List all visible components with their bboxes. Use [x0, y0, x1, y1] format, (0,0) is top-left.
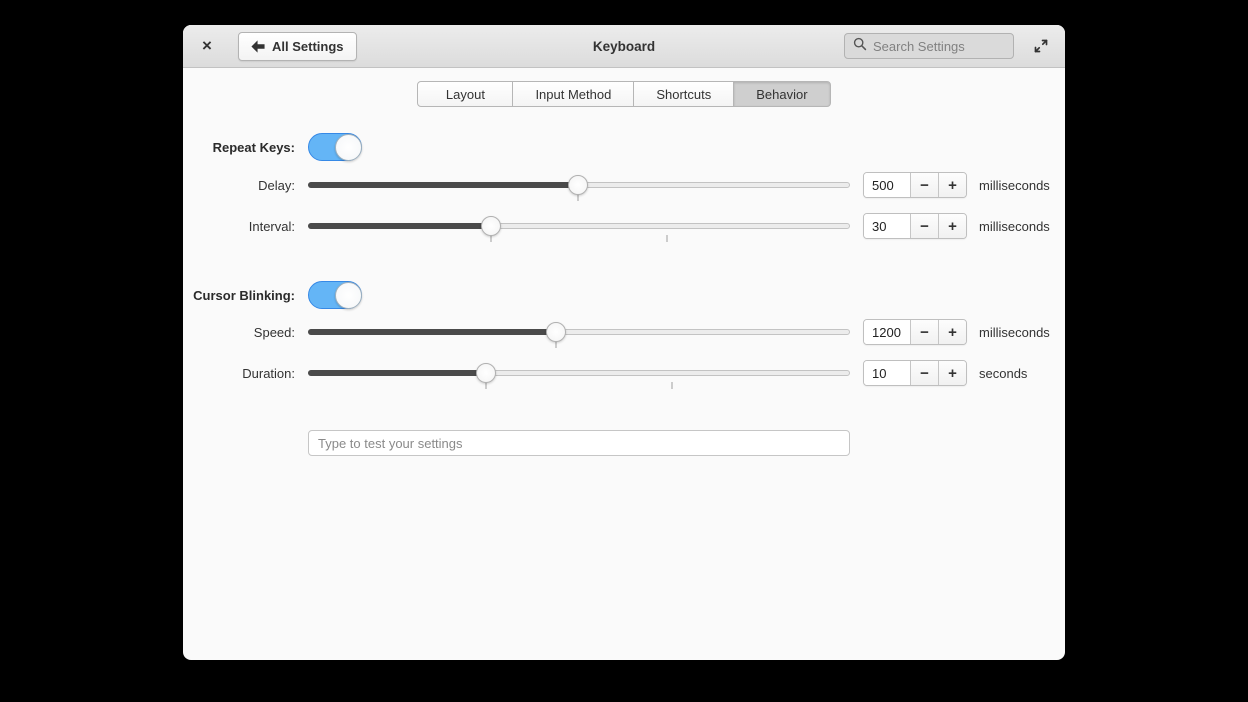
delay-increment-button[interactable]: +	[938, 173, 966, 197]
duration-value[interactable]: 10	[864, 361, 910, 385]
search-icon	[853, 37, 867, 56]
delay-decrement-button[interactable]: −	[910, 173, 938, 197]
delay-unit-label: milliseconds	[979, 177, 1050, 193]
slider-tick	[485, 382, 487, 389]
slider-fill	[308, 182, 578, 188]
cursor-blinking-label: Cursor Blinking:	[193, 287, 295, 303]
all-settings-back-button[interactable]: All Settings	[238, 31, 357, 61]
speed-row: Speed: 1200 − + milliseconds	[183, 314, 1065, 350]
duration-unit-label: seconds	[979, 365, 1028, 381]
close-button[interactable]: ×	[196, 35, 218, 57]
search-field[interactable]	[844, 33, 1014, 59]
toggle-knob	[335, 282, 362, 309]
delay-slider[interactable]	[308, 167, 850, 203]
repeat-keys-label: Repeat Keys:	[212, 139, 295, 155]
slider-tick	[490, 235, 492, 242]
duration-label: Duration:	[242, 365, 295, 381]
repeat-keys-toggle[interactable]	[308, 133, 362, 161]
slider-handle[interactable]	[475, 363, 496, 383]
fullscreen-icon[interactable]	[1030, 35, 1052, 57]
slider-tick	[577, 194, 579, 201]
delay-row: Delay: 500 − + milliseconds	[183, 167, 1065, 203]
duration-increment-button[interactable]: +	[938, 361, 966, 385]
speed-spinbutton: 1200 − +	[863, 319, 967, 345]
speed-slider[interactable]	[308, 314, 850, 350]
slider-handle[interactable]	[567, 175, 588, 195]
cursor-blinking-row: Cursor Blinking:	[183, 281, 1065, 309]
speed-value[interactable]: 1200	[864, 320, 910, 344]
settings-window: × All Settings Keyboard Lay	[183, 25, 1065, 660]
delay-spinbutton: 500 − +	[863, 172, 967, 198]
repeat-keys-row: Repeat Keys:	[183, 133, 1065, 161]
interval-slider[interactable]	[308, 208, 850, 244]
tabbar: Layout Input Method Shortcuts Behavior	[417, 81, 831, 107]
slider-handle[interactable]	[481, 216, 502, 236]
duration-decrement-button[interactable]: −	[910, 361, 938, 385]
slider-fill	[308, 223, 492, 229]
test-settings-input[interactable]	[308, 430, 850, 456]
interval-label: Interval:	[248, 218, 295, 234]
slider-tick	[671, 382, 673, 389]
back-arrow-icon	[251, 39, 265, 53]
search-input[interactable]	[873, 38, 1005, 54]
tab-behavior[interactable]: Behavior	[733, 81, 831, 107]
cursor-blinking-toggle[interactable]	[308, 281, 362, 309]
speed-decrement-button[interactable]: −	[910, 320, 938, 344]
slider-fill	[308, 329, 557, 335]
delay-value[interactable]: 500	[864, 173, 910, 197]
interval-decrement-button[interactable]: −	[910, 214, 938, 238]
slider-handle[interactable]	[546, 322, 567, 342]
slider-tick	[666, 235, 668, 242]
duration-slider[interactable]	[308, 355, 850, 391]
tab-input-method[interactable]: Input Method	[512, 81, 635, 107]
duration-row: Duration: 10 − + seconds	[183, 355, 1065, 391]
slider-fill	[308, 370, 486, 376]
headerbar: × All Settings Keyboard	[183, 25, 1065, 68]
interval-increment-button[interactable]: +	[938, 214, 966, 238]
slider-tick	[555, 341, 557, 348]
speed-label: Speed:	[253, 324, 295, 340]
interval-value[interactable]: 30	[864, 214, 910, 238]
delay-label: Delay:	[258, 177, 295, 193]
interval-row: Interval: 30 − + milliseconds	[183, 208, 1065, 244]
tab-shortcuts[interactable]: Shortcuts	[633, 81, 735, 107]
interval-unit-label: milliseconds	[979, 218, 1050, 234]
duration-spinbutton: 10 − +	[863, 360, 967, 386]
interval-spinbutton: 30 − +	[863, 213, 967, 239]
tab-layout[interactable]: Layout	[417, 81, 514, 107]
back-button-label: All Settings	[272, 38, 344, 54]
speed-unit-label: milliseconds	[979, 324, 1050, 340]
test-row	[183, 430, 1065, 456]
toggle-knob	[335, 134, 362, 161]
speed-increment-button[interactable]: +	[938, 320, 966, 344]
